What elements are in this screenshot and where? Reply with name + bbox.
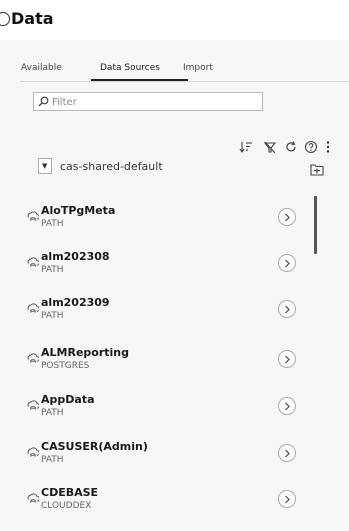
open-source-button[interactable] [278,444,296,462]
source-name: AloTPgMeta [41,204,116,217]
source-engine: POSTGRES [41,361,90,371]
chevron-right-icon [285,213,290,222]
data-source-list: AloTPgMeta PATH alm202308 PATH alm202309… [20,188,328,531]
library-icon [27,447,39,457]
library-icon [27,303,39,313]
chevron-right-icon [285,259,290,268]
source-name: alm202308 [41,250,110,263]
list-scrollbar[interactable] [314,196,317,254]
chevron-right-icon [285,495,290,504]
filter-field[interactable] [33,92,263,111]
search-icon [38,96,49,107]
refresh-icon[interactable] [284,140,298,154]
more-options-icon[interactable] [321,140,335,154]
title-bar: Data [0,0,349,40]
source-engine: PATH [41,455,64,465]
list-item[interactable]: alm202309 PATH [20,290,328,334]
chevron-down-icon[interactable]: ▼ [38,158,52,174]
chevron-right-icon [285,305,290,314]
list-item[interactable]: CDEBASE CLOUDDEX [20,480,328,524]
source-name: ALMReporting [41,346,129,359]
open-source-button[interactable] [278,397,296,415]
active-tab-indicator [91,79,188,81]
list-item[interactable]: AloTPgMeta PATH [20,198,328,242]
tab-import[interactable]: Import [183,63,213,73]
source-engine: PATH [41,265,64,275]
new-folder-icon[interactable] [310,163,324,176]
open-source-button[interactable] [278,490,296,508]
help-icon[interactable] [304,140,318,154]
list-item[interactable]: CASUSER(Admin) PATH [20,434,328,478]
list-item[interactable]: ALMReporting POSTGRES [20,340,328,384]
source-name: CASUSER(Admin) [41,440,148,453]
chevron-right-icon [285,449,290,458]
tab-available[interactable]: Available [21,63,62,73]
sort-icon[interactable] [239,140,253,154]
tab-bar: Available Data Sources Import [20,55,349,82]
tab-data-sources[interactable]: Data Sources [100,63,160,73]
library-icon [27,493,39,503]
library-icon [27,257,39,267]
source-engine: PATH [41,311,64,321]
source-engine: PATH [41,408,64,418]
library-icon [27,400,39,410]
server-select[interactable]: ▼ cas-shared-default [38,158,298,178]
library-icon [27,353,39,363]
source-engine: PATH [41,219,64,229]
library-icon [27,211,39,221]
chevron-right-icon [285,355,290,364]
filter-input[interactable] [50,94,259,111]
server-select-value: cas-shared-default [60,160,163,173]
list-item[interactable]: AppData PATH [20,387,328,431]
source-name: CDEBASE [41,486,99,499]
source-name: alm202309 [41,296,110,309]
source-name: AppData [41,393,95,406]
open-source-button[interactable] [278,350,296,368]
list-item[interactable]: alm202308 PATH [20,244,328,288]
open-source-button[interactable] [278,254,296,272]
filter-off-icon[interactable] [263,140,277,154]
chevron-right-icon [285,402,290,411]
source-engine: CLOUDDEX [41,501,92,511]
open-source-button[interactable] [278,208,296,226]
page-title: Data [11,9,54,28]
window-control-icon[interactable] [0,12,10,26]
open-source-button[interactable] [278,300,296,318]
